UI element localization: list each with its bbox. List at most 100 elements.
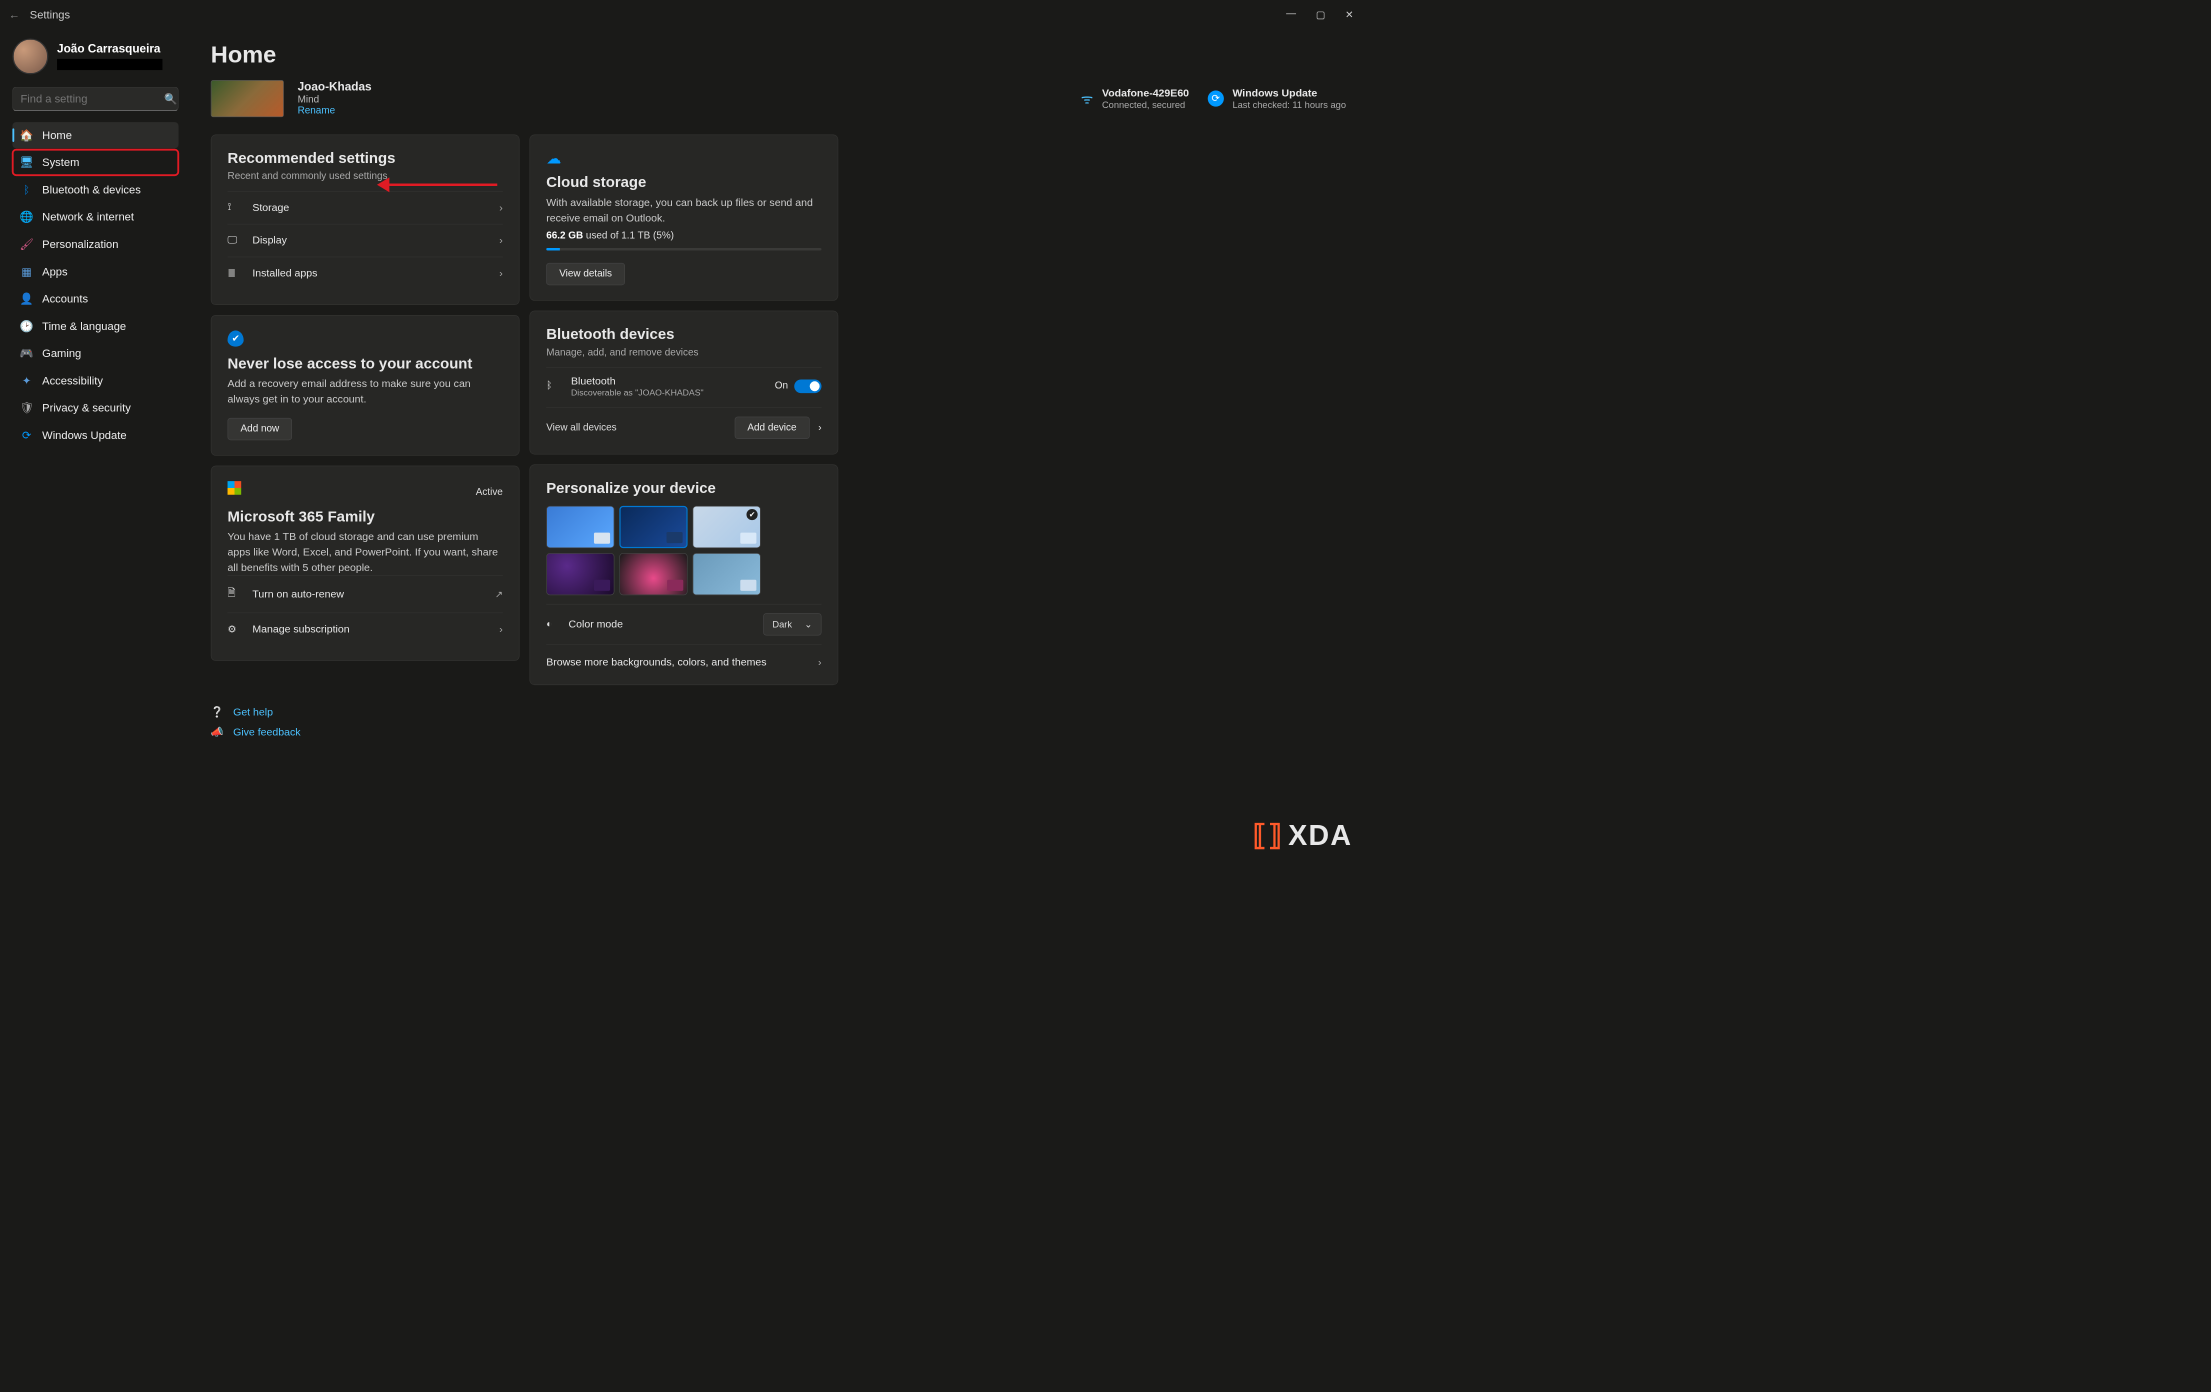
sidebar-item-network-internet[interactable]: 🌐 Network & internet [12,204,178,230]
nav-icon: ⟳ [20,428,34,442]
sidebar-item-system[interactable]: 🖥 System [12,149,178,175]
sidebar-item-apps[interactable]: ▦Apps [12,259,178,285]
help-icon: ❔ [211,706,223,718]
storage-used-text: 66.2 GB used of 1.1 TB (5%) [546,231,821,242]
sidebar-item-accessibility[interactable]: ✦Accessibility [12,368,178,394]
chevron-right-icon: › [499,202,503,214]
sidebar-item-label: Accounts [42,292,88,305]
nav-icon: 🖥 [20,156,34,170]
recovery-card: ✔ Never lose access to your account Add … [211,315,520,456]
theme-option[interactable]: ✔ [693,506,761,548]
minimize-button[interactable]: — [1286,9,1296,21]
cloud-storage-card: ☁ Cloud storage With available storage, … [529,135,838,301]
chevron-right-icon: › [818,656,822,668]
get-help-link[interactable]: ❔ Get help [211,703,1346,723]
nav-icon: 🌐 [20,210,34,224]
cloud-icon: ☁ [546,150,821,168]
manage-subscription-link[interactable]: ⚙ Manage subscription › [228,613,503,646]
add-device-button[interactable]: Add device [734,417,809,439]
browse-themes-link[interactable]: Browse more backgrounds, colors, and the… [546,644,821,669]
sidebar-item-privacy-security[interactable]: 🛡 Privacy & security [12,395,178,421]
bluetooth-toggle[interactable] [794,380,821,394]
storage-progress [546,248,821,250]
wifi-icon: ᯤ [1081,89,1093,108]
nav-icon: 🕑 [20,319,34,333]
sidebar-item-label: Home [42,129,72,142]
bluetooth-icon: ᛒ [546,381,560,392]
sidebar-item-personalization[interactable]: 🖌Personalization [12,231,178,257]
sidebar-item-gaming[interactable]: 🎮 Gaming [12,340,178,366]
sidebar-item-bluetooth-devices[interactable]: ᛒ Bluetooth & devices [12,177,178,203]
search-input[interactable] [20,92,164,105]
row-icon: ⟟ [228,202,242,213]
microsoft-logo-icon [228,481,242,495]
sidebar-item-label: Windows Update [42,429,126,442]
update-icon: ⟳ [1208,91,1224,107]
search-box[interactable]: 🔍 [12,87,178,111]
sidebar-item-windows-update[interactable]: ⟳ Windows Update [12,422,178,448]
rename-link[interactable]: Rename [298,105,372,116]
maximize-button[interactable]: ▢ [1316,9,1325,21]
sidebar-item-label: Privacy & security [42,401,131,414]
watermark: ⟦⟧ XDA [1253,818,1353,851]
sidebar-item-label: Gaming [42,347,81,360]
setting-row-display[interactable]: 🖵Display› [228,224,503,257]
sidebar-item-label: Accessibility [42,374,103,387]
active-badge: Active [476,487,503,498]
back-button[interactable]: ← [5,8,24,21]
shield-icon: ✔ [228,330,244,346]
nav-icon: 🛡 [20,401,34,415]
profile[interactable]: João Carrasqueira [12,33,178,85]
device-desc: Mind [298,94,372,105]
chevron-right-icon: › [499,234,503,246]
sidebar-item-label: Bluetooth & devices [42,183,141,196]
sidebar-item-time-language[interactable]: 🕑 Time & language [12,313,178,339]
gear-icon: ⚙ [228,623,242,635]
theme-option[interactable] [619,553,687,595]
profile-name: João Carrasqueira [57,43,162,57]
sidebar-item-label: Time & language [42,320,126,333]
sidebar-item-home[interactable]: 🏠Home [12,122,178,148]
personalize-card: Personalize your device ✔ ◐ Color mode [529,465,838,686]
color-mode-icon: ◐ [546,619,560,630]
external-icon: ↗ [495,589,503,600]
chevron-right-icon: › [499,623,503,635]
theme-option[interactable] [546,506,614,548]
chevron-right-icon[interactable]: › [818,422,821,433]
ms365-card: Active Microsoft 365 Family You have 1 T… [211,466,520,661]
check-icon: ✔ [746,509,757,520]
page-title: Home [211,42,1346,69]
window-title: Settings [30,8,70,21]
recommended-settings-card: Recommended settings Recent and commonly… [211,135,520,306]
chevron-down-icon: ⌄ [804,619,812,630]
view-details-button[interactable]: View details [546,263,625,285]
sidebar-item-label: System [42,156,79,169]
theme-option[interactable] [546,553,614,595]
view-all-devices-link[interactable]: View all devices [546,422,616,433]
give-feedback-link[interactable]: 📣 Give feedback [211,722,1346,742]
close-button[interactable]: ✕ [1345,9,1353,21]
profile-email-redacted [57,59,162,70]
row-icon: ≣ [228,267,242,279]
sidebar-item-accounts[interactable]: 👤 Accounts [12,286,178,312]
nav-icon: ᛒ [20,183,34,197]
search-icon: 🔍 [164,93,177,105]
device-thumbnail[interactable] [211,80,284,117]
device-name: Joao-Khadas [298,81,372,95]
theme-option[interactable] [619,506,687,548]
nav-icon: 👤 [20,292,34,306]
nav-icon: 🖌 [20,237,34,251]
add-now-button[interactable]: Add now [228,418,293,440]
row-icon: 🖵 [228,235,242,246]
nav-icon: 🎮 [20,347,34,361]
avatar [12,38,48,74]
feedback-icon: 📣 [211,726,223,738]
sidebar-item-label: Network & internet [42,210,134,223]
auto-renew-link[interactable]: 🗎 Turn on auto-renew ↗ [228,575,503,612]
wifi-status[interactable]: ᯤ Vodafone-429E60 Connected, secured [1081,87,1189,110]
setting-row-installed-apps[interactable]: ≣Installed apps› [228,257,503,290]
color-mode-select[interactable]: Dark ⌄ [763,613,821,635]
theme-option[interactable] [693,553,761,595]
update-status[interactable]: ⟳ Windows Update Last checked: 11 hours … [1208,87,1346,110]
setting-row-storage[interactable]: ⟟Storage› [228,191,503,224]
